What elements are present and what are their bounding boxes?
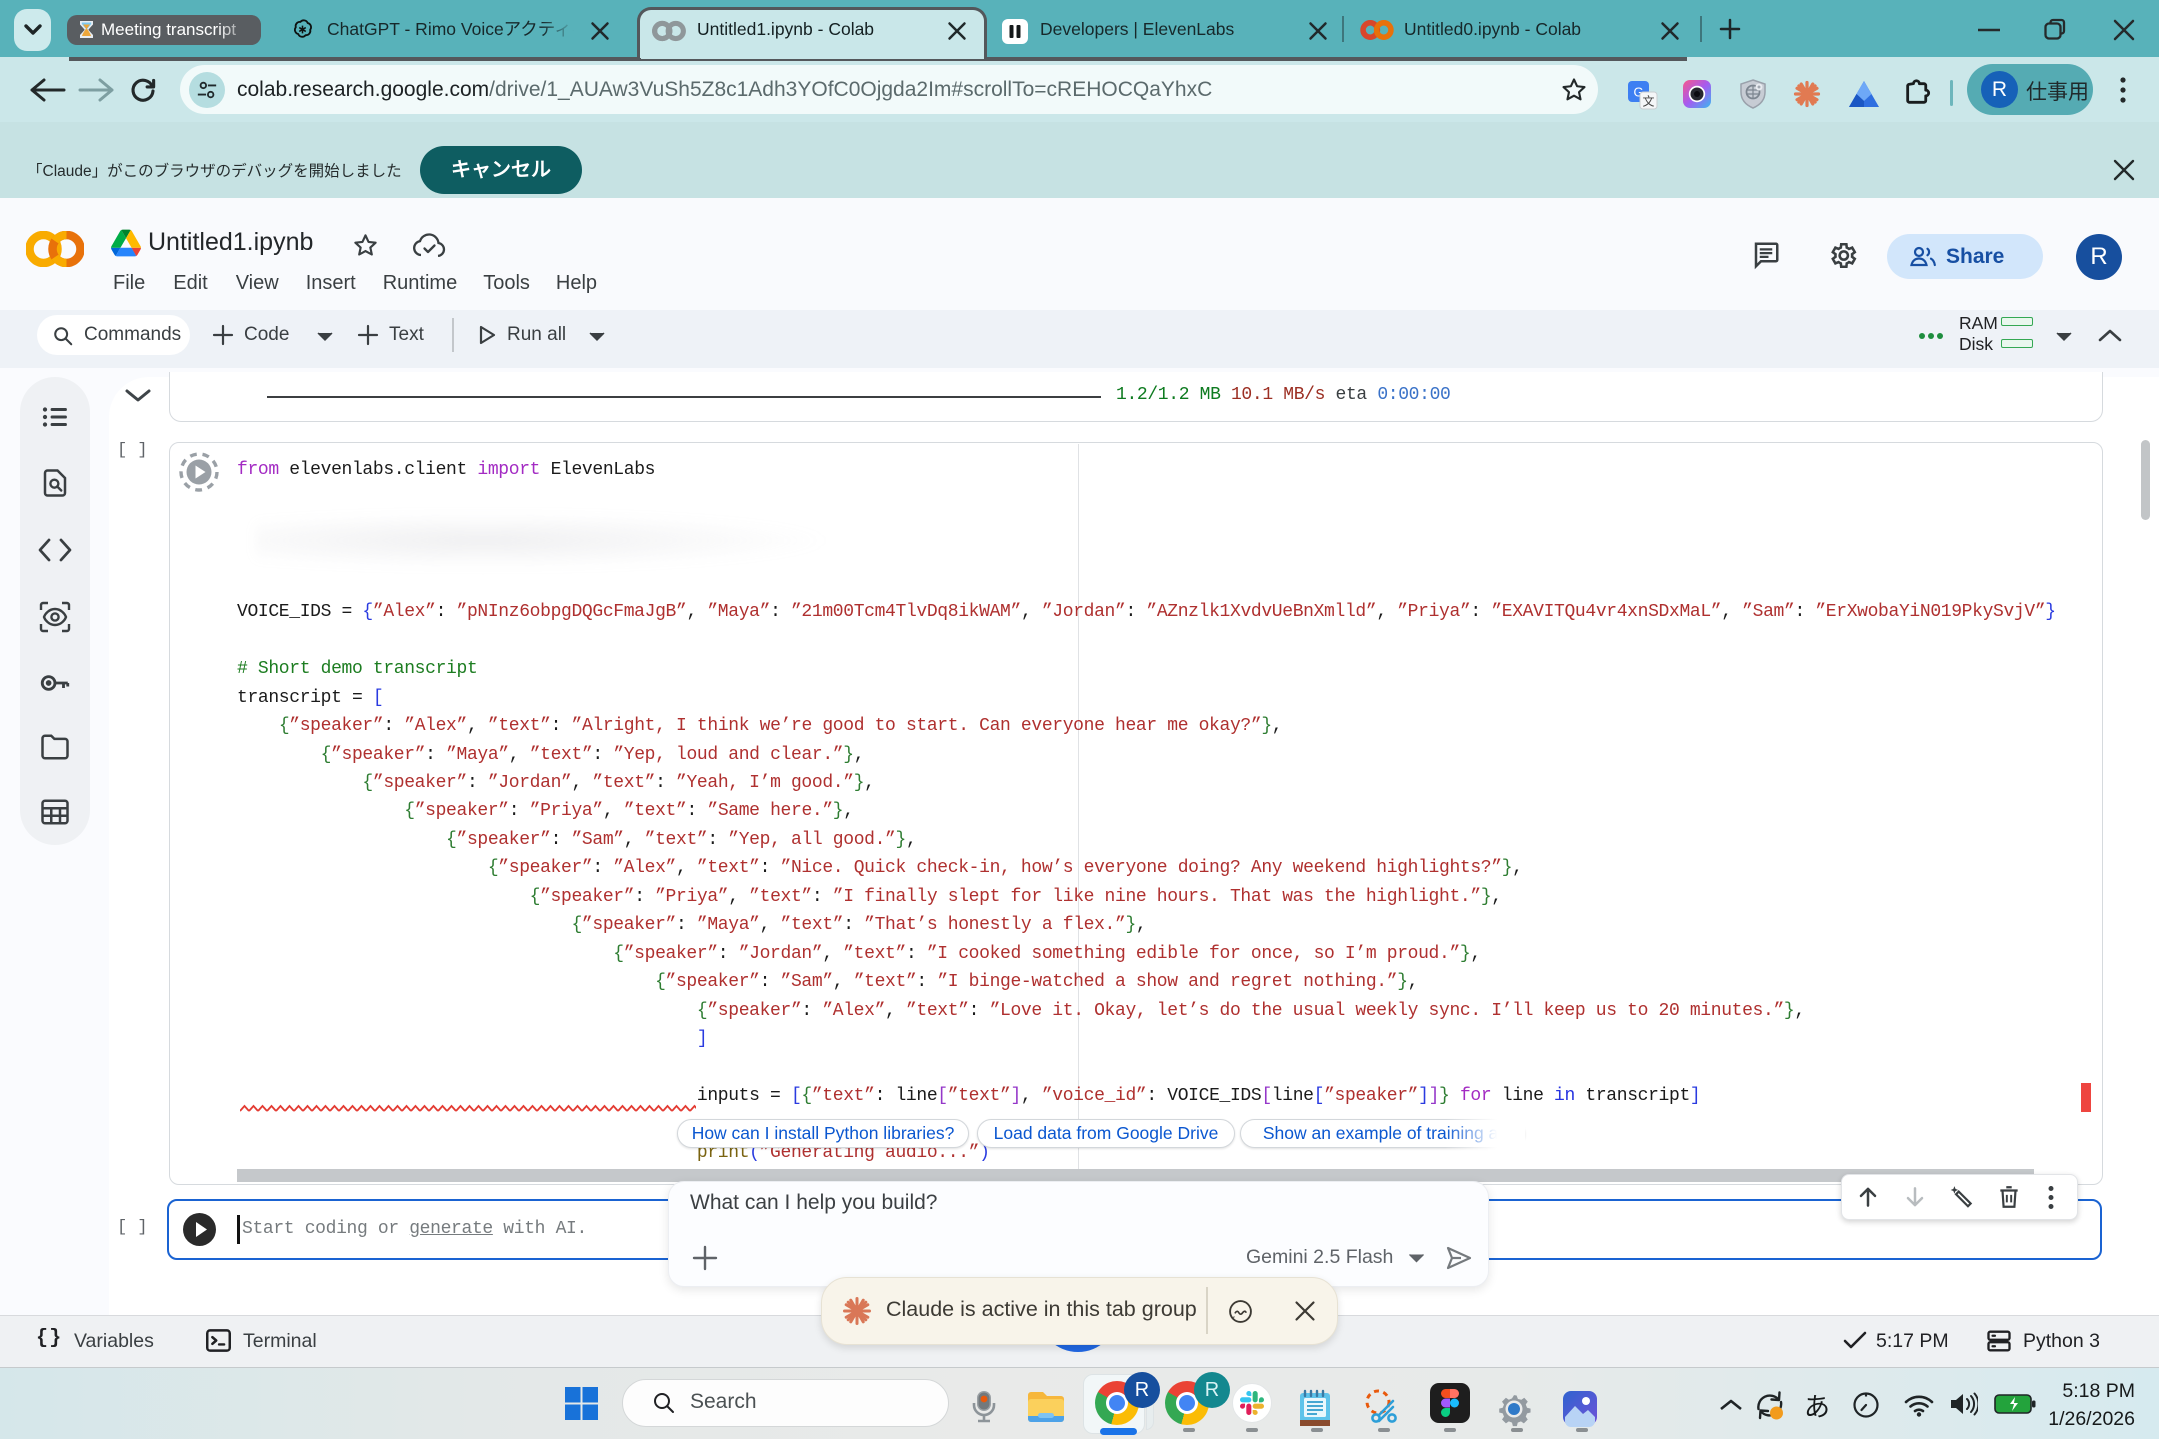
svg-text:文: 文 [1642, 94, 1654, 109]
